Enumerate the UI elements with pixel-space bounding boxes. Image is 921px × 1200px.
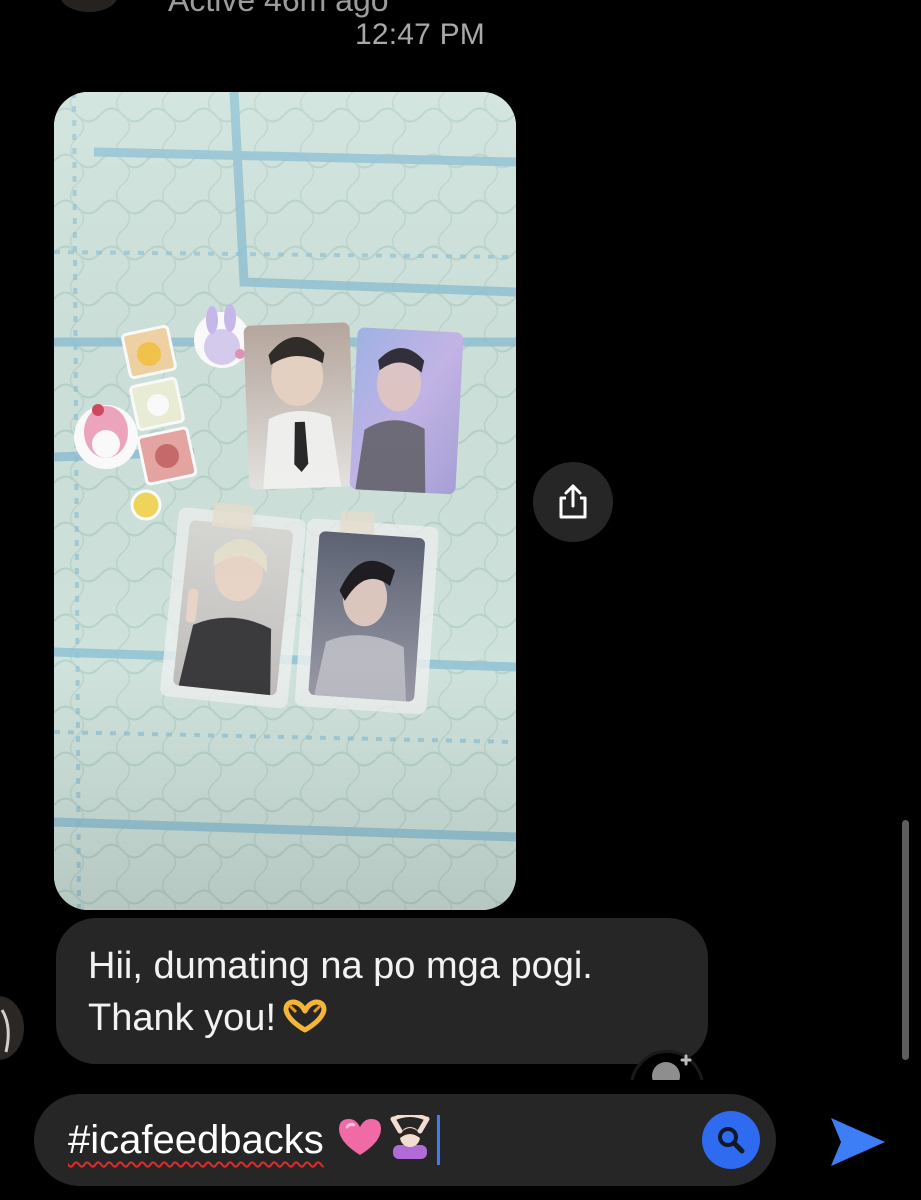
search-button[interactable] [702,1111,760,1169]
text-caret [436,1115,440,1165]
search-icon [718,1127,745,1154]
photo-message[interactable] [54,92,516,910]
add-reaction-icon [652,1054,692,1080]
message-line-2: Thank you! [88,992,678,1044]
contact-avatar[interactable] [60,0,118,12]
share-button[interactable] [533,462,613,542]
message-timestamp: 12:47 PM [354,18,485,51]
person-gesturing-ok-emoji [390,1115,430,1159]
message-input[interactable]: #icafeedbacks [68,1114,440,1166]
composer-text: #icafeedbacks [68,1118,324,1162]
message-line-2-text: Thank you! [88,997,276,1039]
send-arrow-icon [831,1118,885,1166]
add-reaction-button[interactable] [630,1050,704,1080]
conversation-header: Active 46m ago [0,0,921,18]
share-icon [559,484,587,519]
message-line-1: Hii, dumating na po mga pogi. [88,945,593,987]
text-message[interactable]: Hii, dumating na po mga pogi. Thank you! [56,918,708,1064]
sender-avatar[interactable] [0,996,24,1060]
send-button[interactable] [822,1110,892,1174]
photocards-photo [54,92,516,910]
heart-hands-emoji [283,999,327,1033]
active-status: Active 46m ago [168,0,389,18]
message-composer[interactable]: #icafeedbacks [34,1094,776,1186]
pink-heart-emoji [338,1119,381,1155]
scrollbar[interactable] [902,820,909,1060]
